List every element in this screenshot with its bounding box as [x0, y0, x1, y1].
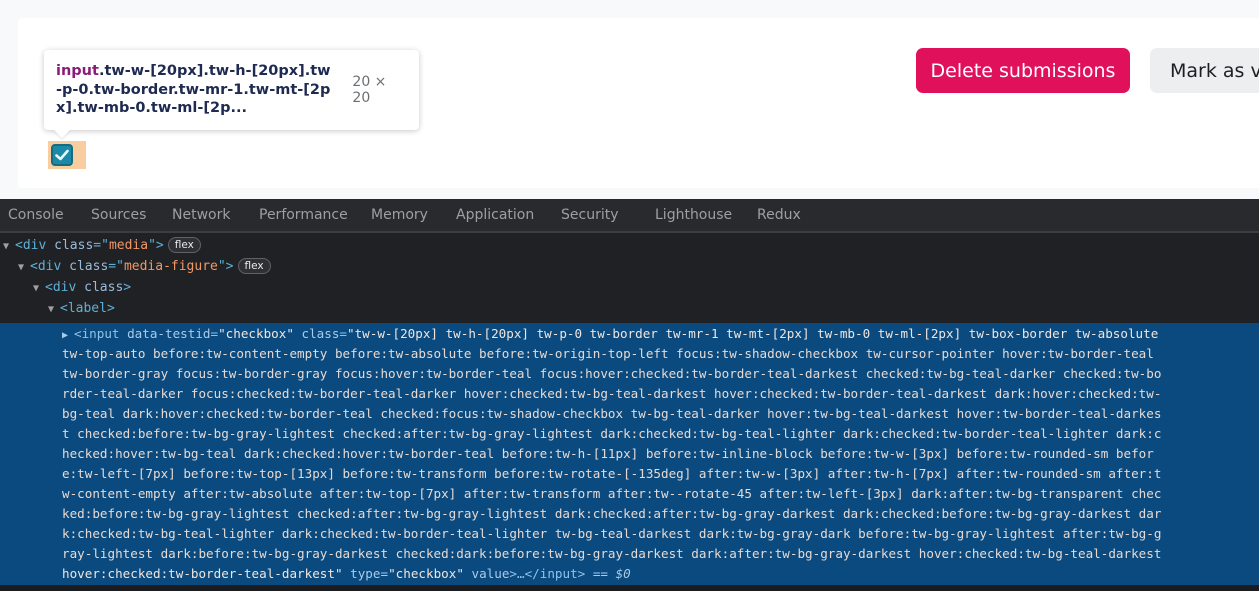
tree-node-media-figure[interactable]: ▼ <div class="media-figure"> flex: [0, 256, 1259, 277]
selected-node-end-line: hover:checked:tw-border-teal-darkest" ty…: [62, 566, 631, 581]
expand-triangle-icon[interactable]: ▼: [18, 257, 30, 278]
next-row-strip: [0, 585, 1259, 591]
devtools-tabbar: Console Sources Network Performance Memo…: [0, 199, 1259, 233]
tree-node-label[interactable]: ▼ <label>: [0, 298, 1259, 319]
tab-security[interactable]: Security: [561, 207, 619, 223]
tab-network[interactable]: Network: [172, 207, 230, 223]
console-reference: == $0: [592, 566, 631, 581]
tree-node-media[interactable]: ▼ <div class="media"> flex: [0, 235, 1259, 256]
expand-triangle-icon[interactable]: ▼: [48, 299, 60, 320]
tab-performance[interactable]: Performance: [259, 207, 348, 223]
selected-node-input[interactable]: ▶ <input data-testid="checkbox" class="tw…: [0, 323, 1259, 585]
web-page: Delete submissions Mark as v input.tw-w-…: [0, 0, 1259, 199]
tab-memory[interactable]: Memory: [371, 207, 428, 223]
row-checkbox[interactable]: [51, 144, 73, 166]
selected-node-line: ▶ <input data-testid="checkbox" class="tw…: [0, 324, 1259, 344]
elements-tree: ▼ <div class="media"> flex ▼ <div class="me…: [0, 235, 1259, 319]
mark-as-button[interactable]: Mark as v: [1150, 48, 1259, 93]
class-line: tw-border-gray focus:tw-border-gray focu…: [62, 366, 1162, 381]
tree-node-div[interactable]: ▼ <div class>: [0, 277, 1259, 298]
tab-lighthouse[interactable]: Lighthouse: [655, 207, 732, 223]
devtools-panel: Console Sources Network Performance Memo…: [0, 199, 1259, 591]
class-line: e:tw-left-[7px] before:tw-top-[13px] bef…: [62, 466, 1162, 481]
class-line: w-content-empty after:tw-absolute after:…: [62, 486, 1162, 501]
tab-sources[interactable]: Sources: [91, 207, 146, 223]
flex-badge[interactable]: flex: [237, 258, 271, 274]
class-line: t checked:before:tw-bg-gray-lightest che…: [62, 426, 1162, 441]
tooltip-arrow: [53, 129, 71, 138]
inspect-tooltip: input.tw-w-[20px].tw-h-[20px].tw-p-0.tw-…: [44, 50, 419, 130]
expand-triangle-icon[interactable]: ▼: [33, 278, 45, 299]
class-line: k:checked:tw-bg-teal-lighter dark:checke…: [62, 526, 1162, 541]
expand-triangle-icon[interactable]: ▼: [3, 236, 15, 257]
tab-console[interactable]: Console: [8, 207, 64, 223]
tab-redux[interactable]: Redux: [757, 207, 801, 223]
tab-application[interactable]: Application: [456, 207, 534, 223]
class-line: bg-teal dark:hover:checked:tw-border-tea…: [62, 406, 1162, 421]
tooltip-selector: input.tw-w-[20px].tw-h-[20px].tw-p-0.tw-…: [56, 62, 335, 118]
tooltip-dimensions: 20 × 20: [352, 74, 387, 106]
tooltip-tag: input: [56, 63, 99, 80]
class-line: rder-teal-darker focus:checked:tw-border…: [62, 386, 1162, 401]
collapse-triangle-icon[interactable]: ▶: [62, 326, 74, 344]
class-line: ked:before:tw-bg-gray-lightest checked:a…: [62, 506, 1162, 521]
flex-badge[interactable]: flex: [167, 237, 201, 253]
class-line: tw-top-auto before:tw-content-empty befo…: [62, 346, 1154, 361]
checkmark-icon: [55, 149, 69, 161]
class-line: ray-lightest dark:before:tw-bg-gray-dark…: [62, 546, 1162, 561]
delete-submissions-button[interactable]: Delete submissions: [916, 48, 1130, 93]
class-line: hecked:hover:tw-bg-teal dark:checked:hov…: [62, 446, 1154, 461]
